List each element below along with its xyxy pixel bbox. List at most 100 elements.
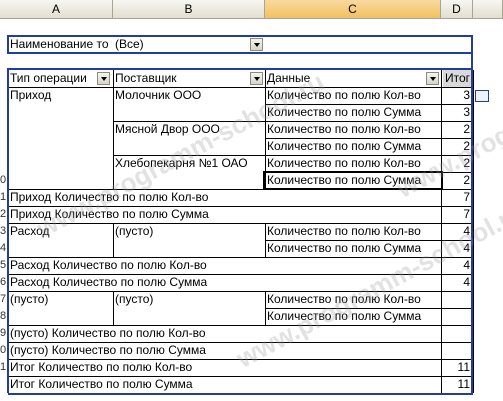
pivot-table-outline	[8, 393, 473, 395]
row-total-value[interactable]: 3	[441, 104, 473, 121]
row-number[interactable]: 6	[0, 274, 8, 290]
row-gridline	[8, 291, 473, 292]
data-dropdown-button[interactable]	[426, 72, 439, 85]
row-total-value[interactable]: 2	[441, 138, 473, 155]
row-gridline	[8, 325, 473, 326]
row-gridline	[8, 342, 473, 343]
row-data-label[interactable]: Количество по полю Сумма	[265, 308, 441, 325]
row-op-type[interactable]: Приход	[8, 87, 113, 104]
header-total: Итог	[443, 70, 473, 87]
row-supplier[interactable]	[113, 104, 265, 121]
subtotal-label[interactable]: Приход Количество по полю Сумма	[8, 206, 438, 223]
row-number[interactable]: 4	[0, 240, 8, 256]
row-supplier[interactable]	[113, 308, 265, 325]
row-number[interactable]: 1	[0, 359, 8, 375]
row-total-value[interactable]: 2	[441, 121, 473, 138]
row-gridline	[113, 121, 473, 122]
page-field-value[interactable]: (Все)	[113, 36, 251, 53]
row-number[interactable]: 1	[0, 189, 8, 205]
row-total-value[interactable]: 11	[441, 359, 473, 376]
row-total-value[interactable]: 4	[441, 240, 473, 257]
row-op-type[interactable]: (пусто)	[8, 291, 113, 308]
column-header-a[interactable]: A	[0, 0, 113, 19]
row-number[interactable]: 7	[0, 291, 8, 307]
row-total-value[interactable]: 4	[441, 274, 473, 291]
row-number[interactable]: 2	[0, 206, 8, 222]
column-border	[265, 70, 266, 87]
row-data-label[interactable]: Количество по полю Сумма	[265, 240, 441, 257]
row-total-value[interactable]: 2	[441, 172, 473, 189]
row-total-value[interactable]	[441, 325, 473, 342]
column-header-e[interactable]	[473, 0, 503, 19]
row-gridline	[113, 155, 473, 156]
page-field-dropdown-button[interactable]	[250, 38, 263, 51]
subtotal-label[interactable]: Приход Количество по полю Кол-во	[8, 189, 438, 206]
row-data-label[interactable]: Количество по полю Кол-во	[265, 223, 441, 240]
row-gridline	[8, 87, 473, 88]
row-supplier[interactable]: Хлебопекарня №1 ОАО	[113, 155, 265, 172]
row-supplier[interactable]	[113, 240, 265, 257]
subtotal-label[interactable]: Итог Количество по полю Кол-во	[8, 359, 438, 376]
row-op-type[interactable]: Расход	[8, 223, 113, 240]
row-number[interactable]: 9	[0, 325, 8, 341]
row-total-value[interactable]: 11	[441, 376, 473, 393]
subtotal-label[interactable]: Расход Количество по полю Сумма	[8, 274, 438, 291]
row-op-type[interactable]	[8, 155, 113, 172]
column-border	[265, 223, 266, 257]
row-data-label[interactable]: Количество по полю Кол-во	[265, 291, 441, 308]
row-gridline	[8, 359, 473, 360]
row-total-value[interactable]: 4	[441, 223, 473, 240]
row-supplier[interactable]	[113, 138, 265, 155]
header-supplier: Поставщик	[115, 71, 177, 85]
row-op-type[interactable]	[8, 308, 113, 325]
row-data-label[interactable]: Количество по полю Кол-во	[265, 121, 441, 138]
row-op-type[interactable]	[8, 240, 113, 257]
row-data-label[interactable]: Количество по полю Кол-во	[265, 155, 441, 172]
row-total-value[interactable]	[441, 291, 473, 308]
row-op-type[interactable]	[8, 138, 113, 155]
column-header-c[interactable]: C	[265, 0, 441, 19]
subtotal-label[interactable]: Итог Количество по полю Сумма	[8, 376, 438, 393]
row-supplier[interactable]: (пусто)	[113, 291, 265, 308]
row-number[interactable]: 5	[0, 257, 8, 273]
row-supplier[interactable]: (пусто)	[113, 223, 265, 240]
row-total-value[interactable]	[441, 342, 473, 359]
subtotal-label[interactable]: (пусто) Количество по полю Кол-во	[8, 325, 438, 342]
page-field-label: Наименование то	[10, 37, 109, 51]
row-gridline	[8, 223, 473, 224]
row-supplier[interactable]	[113, 172, 265, 189]
row-supplier[interactable]: Молочник ООО	[113, 87, 265, 104]
row-total-value[interactable]: 4	[441, 257, 473, 274]
header-data: Данные	[267, 71, 311, 85]
column-border	[113, 70, 114, 87]
row-total-value[interactable]: 7	[441, 189, 473, 206]
row-number[interactable]: 0	[0, 172, 8, 188]
row-number[interactable]: 3	[0, 223, 8, 239]
row-supplier[interactable]: Мясной Двор ООО	[113, 121, 265, 138]
subtotal-label[interactable]: (пусто) Количество по полю Сумма	[8, 342, 438, 359]
row-total-value[interactable]	[441, 308, 473, 325]
column-border	[113, 223, 114, 257]
row-number[interactable]: 0	[0, 342, 8, 358]
active-cell-outline	[263, 171, 443, 190]
row-data-label[interactable]: Количество по полю Сумма	[265, 138, 441, 155]
supplier-dropdown-button[interactable]	[250, 72, 263, 85]
column-border	[113, 87, 114, 189]
row-op-type[interactable]	[8, 104, 113, 121]
row-total-value[interactable]: 2	[441, 155, 473, 172]
row-data-label[interactable]: Количество по полю Сумма	[265, 104, 441, 121]
row-total-value[interactable]: 3	[441, 87, 473, 104]
column-header-d[interactable]: D	[441, 0, 473, 19]
header-op-type: Тип операции	[10, 71, 87, 85]
row-data-label[interactable]: Количество по полю Кол-во	[265, 87, 441, 104]
column-header-b[interactable]: B	[113, 0, 265, 19]
row-number[interactable]: 8	[0, 308, 8, 324]
row-op-type[interactable]	[8, 172, 113, 189]
spreadsheet-grid: A B C D Наименование то (Все) Тип операц…	[0, 0, 503, 401]
subtotal-label[interactable]: Расход Количество по полю Кол-во	[8, 257, 438, 274]
row-total-value[interactable]: 7	[441, 206, 473, 223]
op-type-dropdown-button[interactable]	[97, 72, 110, 85]
pivot-field-icon[interactable]	[475, 90, 489, 102]
row-gridline	[8, 274, 473, 275]
row-op-type[interactable]	[8, 121, 113, 138]
